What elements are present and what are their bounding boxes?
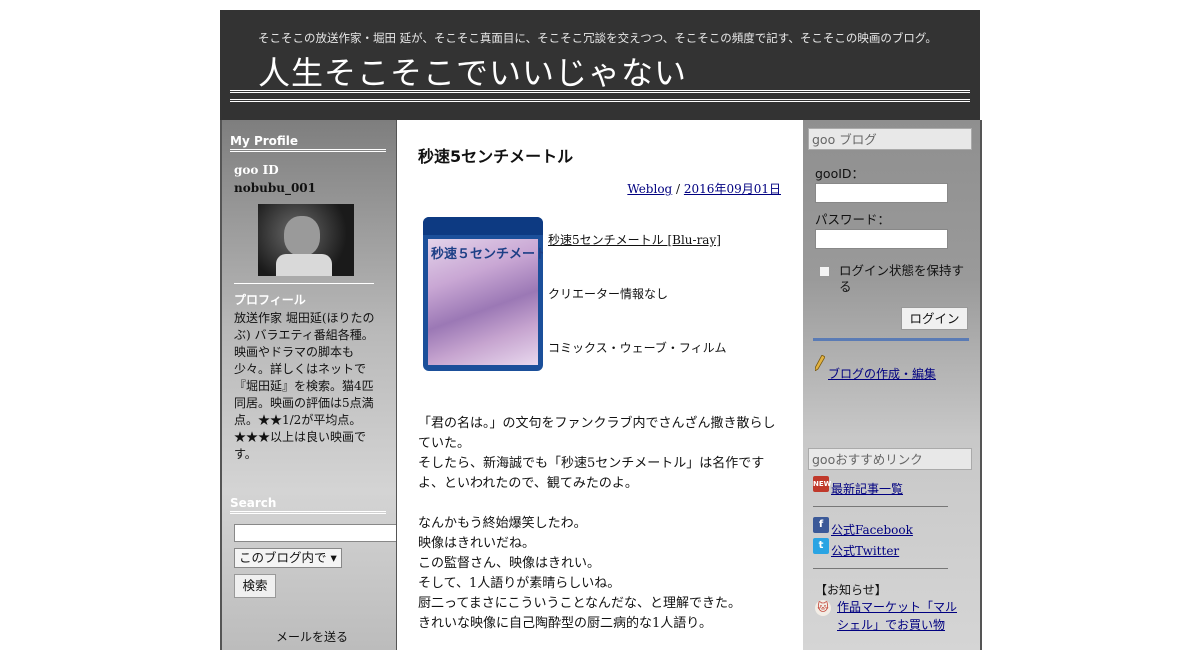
profile-label: プロフィール	[234, 293, 306, 307]
body-paragraph: なんかもう終始爆笑したわ。	[418, 516, 587, 531]
pencil-icon	[815, 355, 825, 371]
search-heading: Search	[230, 496, 386, 514]
latest-articles-link[interactable]: 最新記事一覧	[831, 480, 903, 497]
body-paragraph: 映像はきれいだね。	[418, 536, 536, 551]
body-paragraph: きれいな映像に自己陶酔型の厨二病的な1人語り。	[418, 616, 713, 631]
goo-blog-heading: goo ブログ	[808, 128, 972, 150]
post-body: 「君の名は。」の文句をファンクラブ内でさんざん撒き散らしていた。 そしたら、新海…	[418, 414, 788, 634]
twitter-icon: t	[813, 538, 829, 554]
cover-title: 秒速５センチメートル	[431, 247, 543, 262]
main-content: 秒速5センチメートル Weblog / 2016年09月01日 秒速５センチメー…	[396, 120, 804, 650]
product-link[interactable]: 秒速5センチメートル [Blu-ray]	[548, 231, 721, 248]
category-link[interactable]: Weblog	[627, 182, 672, 196]
body-paragraph: 「君の名は。」の文句をファンクラブ内でさんざん撒き散らしていた。	[418, 416, 776, 451]
avatar-face	[284, 216, 320, 256]
send-mail-link[interactable]: メールを送る	[276, 628, 348, 645]
password-input[interactable]	[815, 229, 948, 249]
recommend-heading: gooおすすめリンク	[808, 448, 972, 470]
facebook-link[interactable]: 公式Facebook	[831, 521, 913, 538]
user-id: nobubu_001	[234, 181, 317, 195]
search-scope-select[interactable]: このブログ内で ▾	[234, 548, 342, 568]
facebook-icon: f	[813, 517, 829, 533]
date-link[interactable]: 2016年09月01日	[684, 182, 781, 196]
body-paragraph: そしたら、新海誠でも「秒速5センチメートル」は名作ですよ、といわれたので、観てみ…	[418, 456, 765, 491]
search-input[interactable]	[234, 524, 404, 542]
left-sidebar: My Profile goo ID nobubu_001 プロフィール 放送作家…	[220, 120, 404, 650]
twitter-link[interactable]: 公式Twitter	[831, 542, 899, 559]
page-wrapper: そこそこの放送作家・堀田 延が、そこそこ真面目に、そこそこ冗談を交えつつ、そこそ…	[220, 10, 982, 650]
social-divider	[813, 568, 948, 569]
body-paragraph: そして、1人語りが素晴らしいね。	[418, 576, 621, 591]
publisher-info: コミックス・ウェーブ・フィルム	[548, 341, 727, 355]
my-profile-heading: My Profile	[230, 134, 386, 152]
notice-label: 【お知らせ】	[815, 583, 887, 597]
create-edit-blog-link[interactable]: ブログの作成・編集	[828, 365, 936, 382]
login-divider	[813, 338, 969, 341]
marcheru-link[interactable]: 作品マーケット「マルシェル」でお買い物	[837, 598, 967, 634]
keep-login-label: ログイン状態を保持する	[839, 263, 965, 294]
bluray-band	[423, 217, 543, 235]
search-button[interactable]: 検索	[234, 574, 276, 598]
chevron-down-icon: ▾	[330, 550, 337, 565]
new-badge-icon: NEW	[813, 476, 831, 492]
gooid-label: gooID：	[815, 166, 865, 181]
creator-info: クリエーター情報なし	[548, 287, 669, 301]
blog-header: そこそこの放送作家・堀田 延が、そこそこ真面目に、そこそこ冗談を交えつつ、そこそ…	[220, 10, 980, 120]
avatar[interactable]	[258, 204, 354, 276]
goo-id-label: goo ID	[234, 163, 279, 177]
profile-divider	[234, 283, 374, 284]
profile-text: 放送作家 堀田延(ほりたのぶ) バラエティ番組各種。映画やドラマの脚本も少々。詳…	[234, 311, 375, 461]
body-paragraph: 厨二ってまさにこういうことなんだな、と理解できた。	[418, 596, 742, 611]
login-button[interactable]: ログイン	[901, 307, 968, 330]
body-paragraph: この監督さん、映像はきれい。	[418, 556, 601, 571]
blog-title[interactable]: 人生そこそこでいいじゃない	[258, 48, 687, 94]
bluray-cover-image[interactable]: 秒速５センチメートル	[423, 217, 543, 371]
gooid-input[interactable]	[815, 183, 948, 203]
avatar-shirt	[276, 254, 332, 276]
blog-tagline: そこそこの放送作家・堀田 延が、そこそこ真面目に、そこそこ冗談を交えつつ、そこそ…	[258, 31, 937, 45]
body-paragraph	[418, 494, 788, 514]
keep-login-checkbox[interactable]	[819, 266, 830, 277]
post-meta: Weblog / 2016年09月01日	[627, 180, 781, 197]
password-label: パスワード：	[815, 212, 891, 227]
search-scope-label: このブログ内で	[239, 550, 327, 565]
right-sidebar: goo ブログ gooID： パスワード： ログイン状態を保持する ログイン ブ…	[803, 120, 982, 650]
links-divider	[813, 506, 948, 507]
header-divider	[230, 90, 970, 102]
post-title[interactable]: 秒速5センチメートル	[418, 143, 573, 167]
cat-mascot-icon: 🐱	[815, 600, 831, 616]
meta-separator: /	[672, 182, 684, 196]
